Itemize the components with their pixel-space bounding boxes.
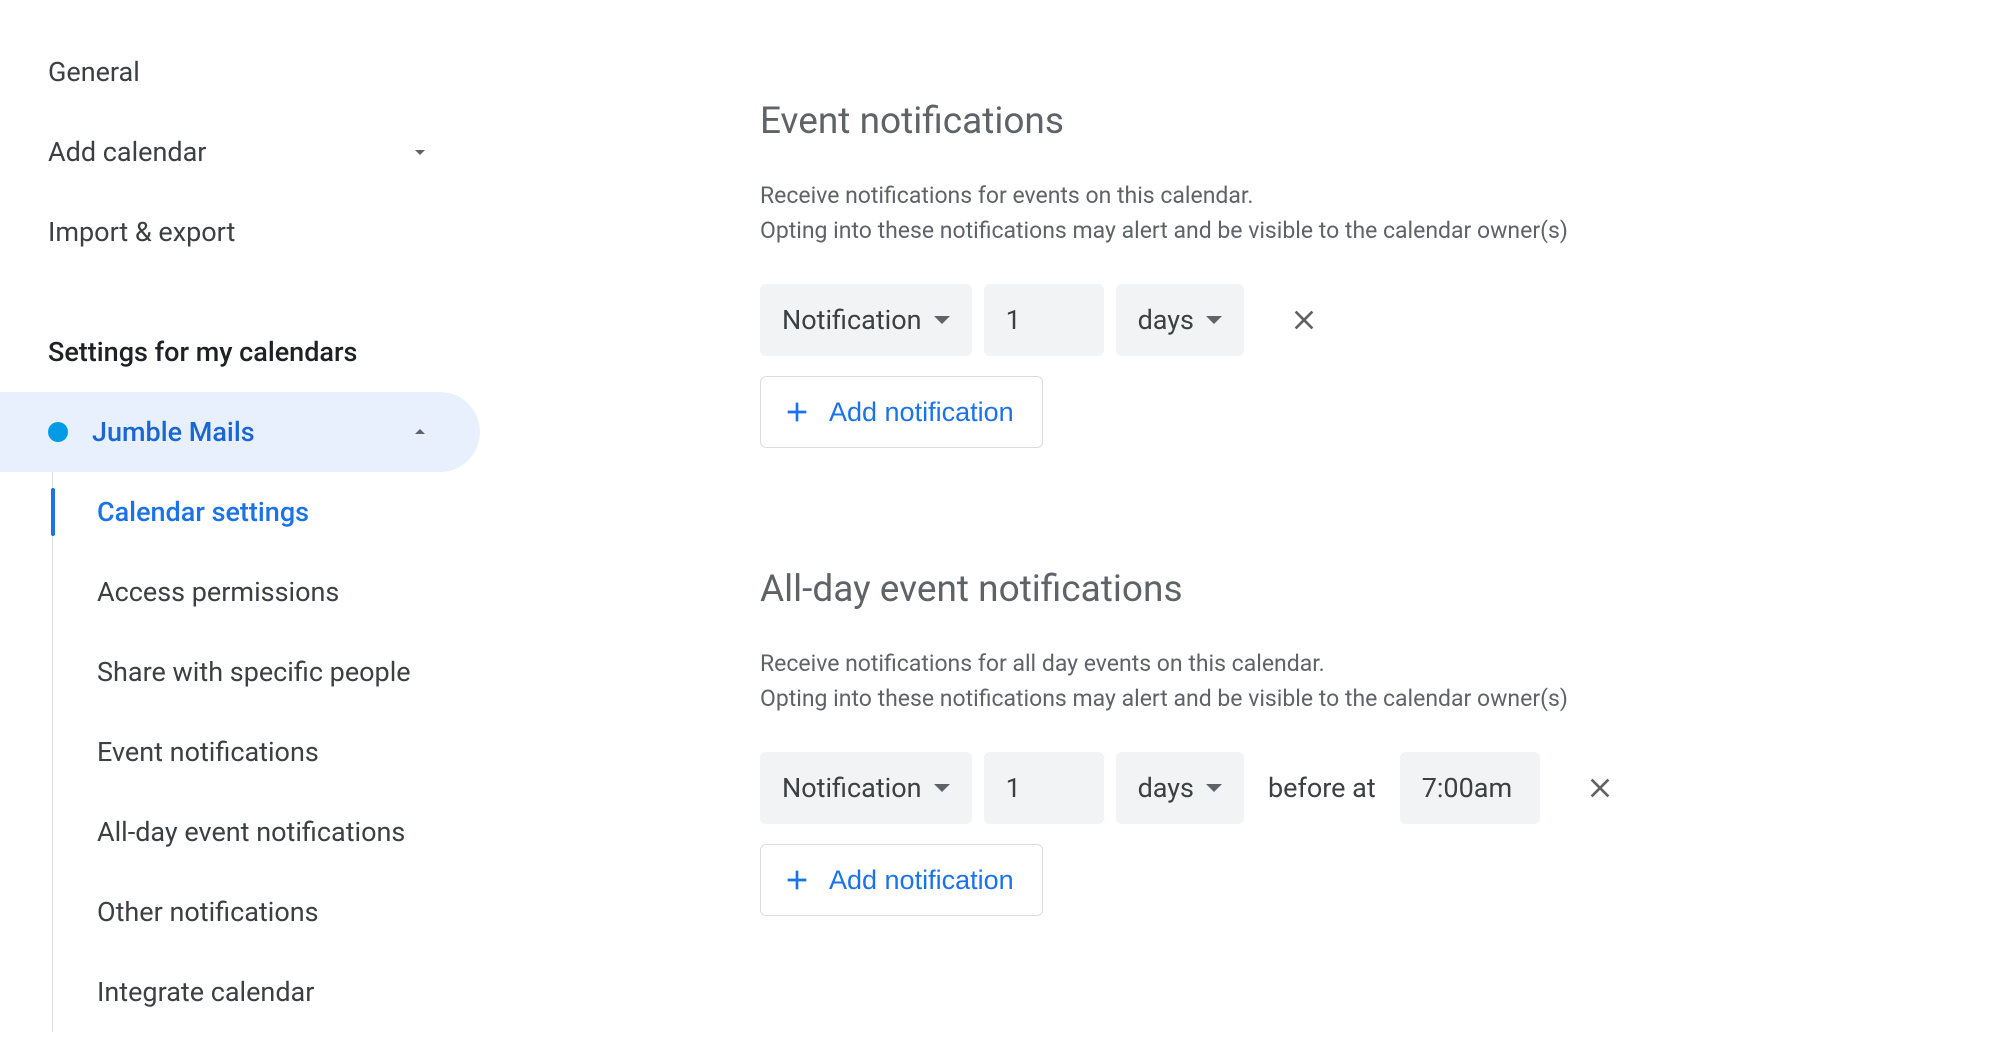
- sidebar-item-share-specific-people[interactable]: Share with specific people: [53, 632, 480, 712]
- nav-add-calendar[interactable]: Add calendar: [0, 112, 480, 192]
- nav-general[interactable]: General: [0, 32, 480, 112]
- add-notification-button[interactable]: Add notification: [760, 376, 1043, 448]
- notification-row: Notification days before at: [760, 752, 1954, 824]
- chevron-down-icon: [408, 140, 432, 164]
- section-description: Receive notifications for events on this…: [760, 179, 1660, 248]
- sidebar-item-access-permissions[interactable]: Access permissions: [53, 552, 480, 632]
- dropdown-arrow-icon: [1206, 312, 1222, 328]
- chevron-up-icon: [408, 420, 432, 444]
- close-icon: [1288, 304, 1320, 336]
- nav-label: Add calendar: [48, 136, 206, 168]
- calendar-sub-items: Calendar settings Access permissions Sha…: [52, 472, 480, 1032]
- sidebar-item-integrate-calendar[interactable]: Integrate calendar: [53, 952, 480, 1032]
- nav-import-export[interactable]: Import & export: [0, 192, 480, 272]
- event-notifications-section: Event notifications Receive notification…: [760, 100, 1954, 448]
- nav-label: General: [48, 56, 140, 88]
- plus-icon: [781, 864, 813, 896]
- remove-notification-button[interactable]: [1572, 760, 1628, 816]
- sidebar-item-other-notifications[interactable]: Other notifications: [53, 872, 480, 952]
- nav-label: Import & export: [48, 216, 235, 248]
- quantity-input[interactable]: [984, 752, 1104, 824]
- dropdown-arrow-icon: [934, 312, 950, 328]
- add-notification-button[interactable]: Add notification: [760, 844, 1043, 916]
- close-icon: [1584, 772, 1616, 804]
- method-select[interactable]: Notification: [760, 752, 972, 824]
- method-select[interactable]: Notification: [760, 284, 972, 356]
- unit-select[interactable]: days: [1116, 284, 1244, 356]
- unit-select[interactable]: days: [1116, 752, 1244, 824]
- before-at-label: before at: [1256, 772, 1388, 804]
- calendar-name: Jumble Mails: [92, 416, 255, 448]
- sidebar-item-event-notifications[interactable]: Event notifications: [53, 712, 480, 792]
- sidebar-section-header: Settings for my calendars: [0, 312, 480, 392]
- notification-row: Notification days: [760, 284, 1954, 356]
- dropdown-arrow-icon: [934, 780, 950, 796]
- main-content: Event notifications Receive notification…: [480, 0, 1994, 1040]
- remove-notification-button[interactable]: [1276, 292, 1332, 348]
- calendar-header-jumble-mails[interactable]: Jumble Mails: [0, 392, 480, 472]
- quantity-input[interactable]: [984, 284, 1104, 356]
- settings-sidebar: General Add calendar Import & export Set…: [0, 0, 480, 1040]
- dropdown-arrow-icon: [1206, 780, 1222, 796]
- section-title: All-day event notifications: [760, 568, 1954, 611]
- sidebar-item-calendar-settings[interactable]: Calendar settings: [53, 472, 480, 552]
- allday-notifications-section: All-day event notifications Receive noti…: [760, 568, 1954, 916]
- sidebar-item-allday-notifications[interactable]: All-day event notifications: [53, 792, 480, 872]
- time-input[interactable]: [1400, 752, 1540, 824]
- section-description: Receive notifications for all day events…: [760, 647, 1660, 716]
- plus-icon: [781, 396, 813, 428]
- section-title: Event notifications: [760, 100, 1954, 143]
- calendar-color-dot: [48, 422, 68, 442]
